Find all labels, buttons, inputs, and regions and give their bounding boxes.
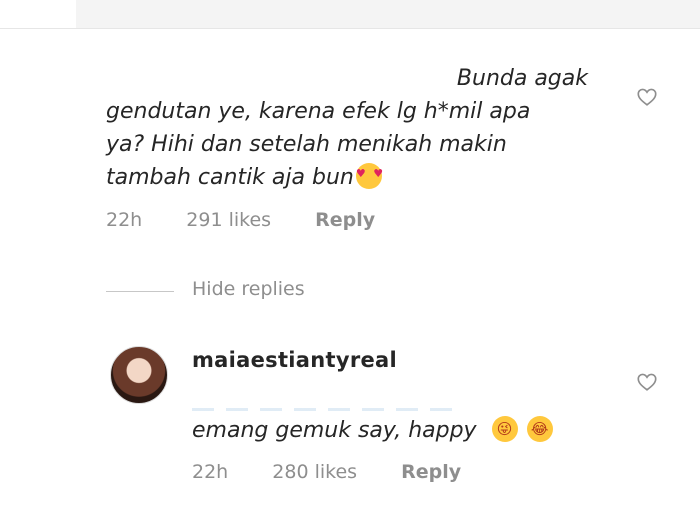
comment-line: ya? Hihi dan setelah menikah makin bbox=[106, 132, 507, 157]
comment-meta: 22h 291 likes Reply bbox=[106, 209, 375, 231]
hide-replies-button[interactable]: Hide replies bbox=[192, 278, 305, 300]
comment-line-text: tambah cantik aja bun bbox=[106, 165, 354, 190]
winking-tongue-emoji: 😜 bbox=[491, 416, 518, 442]
top-bar-gap bbox=[0, 0, 76, 28]
reply-button[interactable]: Reply bbox=[401, 461, 461, 483]
reply-time: 22h bbox=[192, 461, 229, 483]
reply-likes[interactable]: 280 likes bbox=[272, 461, 357, 483]
reply-meta: 22h 280 likes Reply bbox=[192, 461, 461, 483]
reply-text: emang gemuk say, happy 😜 😂 bbox=[192, 416, 553, 443]
heart-eyes-emoji: ♥ ♥ bbox=[355, 163, 383, 189]
comment-line: Bunda agak bbox=[456, 66, 588, 91]
comment-likes[interactable]: 291 likes bbox=[186, 209, 271, 231]
comment-text: Bunda agak gendutan ye, karena efek lg h… bbox=[106, 62, 606, 194]
top-bar bbox=[0, 0, 700, 29]
heart-outline-icon[interactable] bbox=[636, 371, 658, 393]
comment-line: gendutan ye, karena efek lg h*mil apa bbox=[106, 99, 531, 124]
reply-button[interactable]: Reply bbox=[315, 209, 375, 231]
reply-text-body: emang gemuk say, happy bbox=[192, 418, 477, 443]
tears-of-joy-emoji: 😂 bbox=[526, 416, 553, 442]
comment-time: 22h bbox=[106, 209, 143, 231]
heart-outline-icon[interactable] bbox=[636, 86, 658, 108]
avatar[interactable] bbox=[110, 346, 168, 404]
reply-username[interactable]: maiaestiantyreal bbox=[192, 348, 397, 372]
comment-line: tambah cantik aja bun ♥ ♥ bbox=[106, 161, 606, 194]
replies-divider bbox=[106, 291, 174, 292]
text-artifact bbox=[192, 408, 462, 411]
